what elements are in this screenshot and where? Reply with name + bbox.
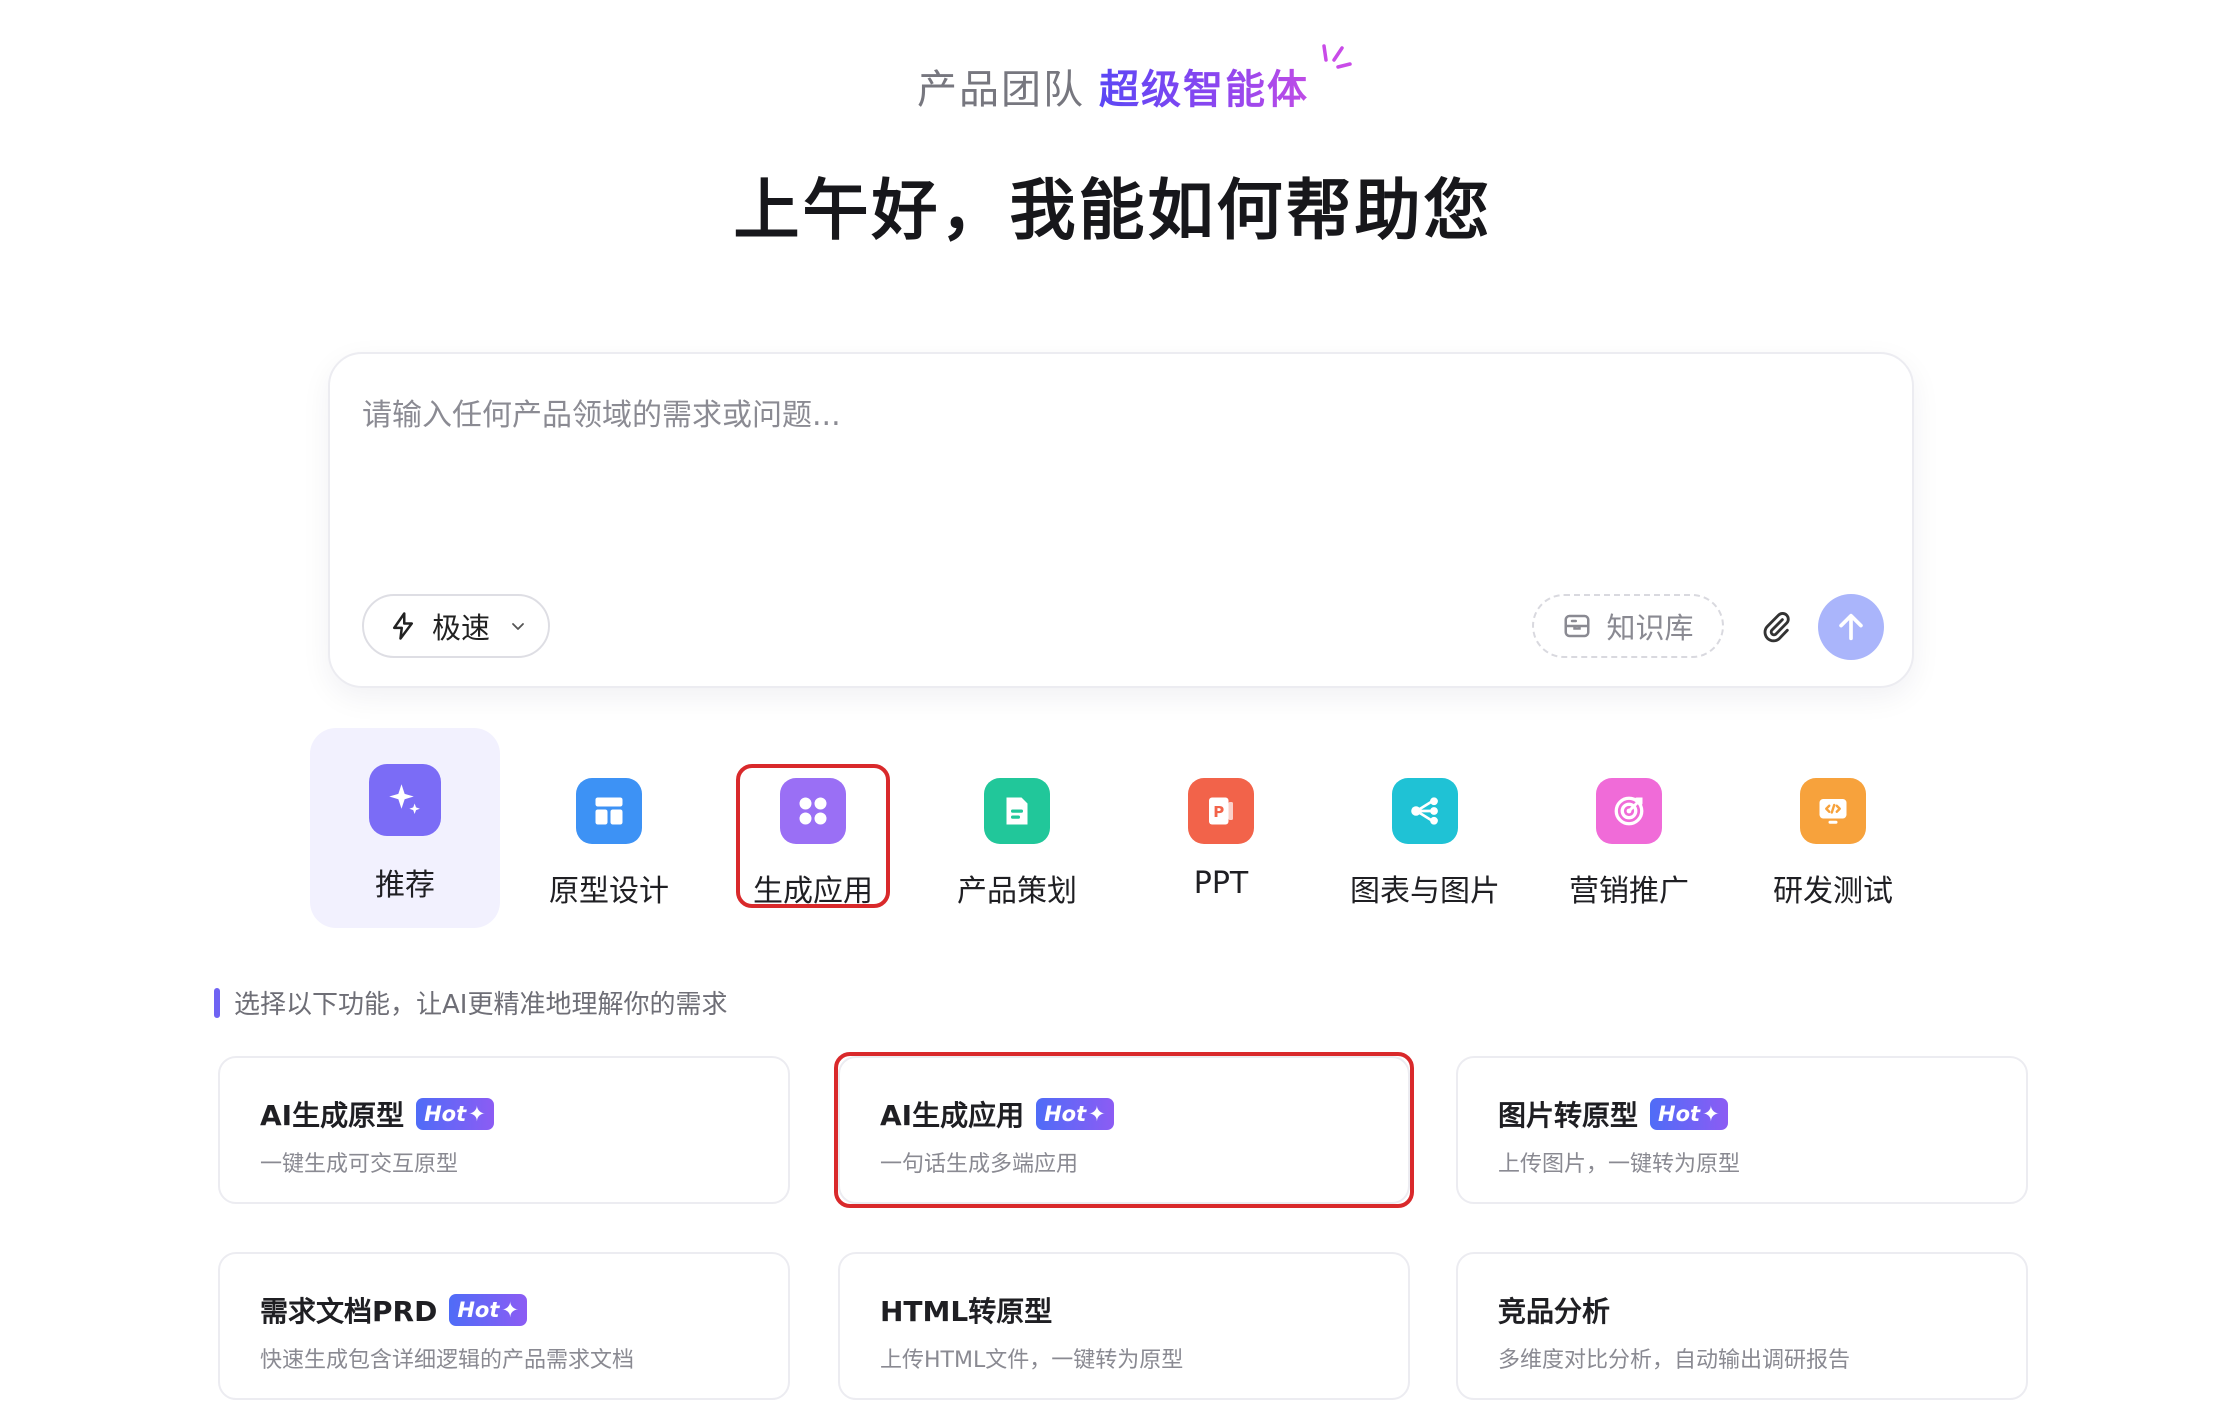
section-hint: 选择以下功能，让AI更精准地理解你的需求 (214, 984, 727, 1021)
brand-title: 产品团队 超级智能体 (0, 62, 2226, 118)
category-marketing[interactable]: 营销推广 (1534, 728, 1724, 928)
lightning-icon (393, 612, 413, 640)
code-monitor-icon (1819, 799, 1847, 824)
knowledge-base-label: 知识库 (1606, 611, 1694, 645)
category-icon-planning (984, 778, 1050, 844)
hot-badge: Hot ✦ (416, 1098, 494, 1130)
category-icon-charts (1392, 778, 1458, 844)
category-icon-ppt: P (1188, 778, 1254, 844)
feature-desc: 多维度对比分析，自动输出调研报告 (1498, 1348, 1851, 1373)
hot-badge: Hot ✦ (1650, 1098, 1728, 1130)
grid-dots-icon (799, 797, 827, 825)
category-ppt[interactable]: P PPT (1126, 728, 1316, 928)
feature-title: AI生成应用 (880, 1099, 1025, 1132)
category-icon-generate-app (780, 778, 846, 844)
category-label: 生成应用 (753, 874, 873, 909)
sparkle-badge-icon: ✦ (1088, 1102, 1106, 1126)
feature-desc: 快速生成包含详细逻辑的产品需求文档 (260, 1348, 635, 1373)
category-charts-images[interactable]: 图表与图片 (1330, 728, 1520, 928)
feature-title: 竞品分析 (1498, 1295, 1611, 1328)
feature-desc: 一键生成可交互原型 (260, 1152, 459, 1177)
category-label: 产品策划 (957, 874, 1077, 909)
brand-agent: 超级智能体 (1099, 67, 1309, 113)
category-icon-marketing (1596, 778, 1662, 844)
sparkle-badge-icon: ✦ (1702, 1102, 1720, 1126)
page: 产品团队超级智能体 上午好，我能如何帮助您 极速 知识库 (0, 0, 2226, 1428)
send-button[interactable] (1818, 594, 1884, 660)
feature-card-ai-prototype[interactable]: AI生成原型 Hot ✦ 一键生成可交互原型 (218, 1056, 790, 1204)
greeting-heading: 上午好，我能如何帮助您 (733, 172, 1493, 249)
category-label: 营销推广 (1569, 874, 1689, 909)
category-generate-app[interactable]: 生成应用 (718, 728, 908, 928)
layout-icon (595, 797, 623, 825)
hot-badge-label: Hot (457, 1298, 500, 1322)
feature-desc: 一句话生成多端应用 (880, 1152, 1079, 1177)
feature-title: AI生成原型 (260, 1099, 405, 1132)
feature-title-row: 竞品分析 (1498, 1290, 1610, 1330)
svg-text:P: P (1213, 803, 1224, 821)
knowledge-base-button[interactable]: 知识库 (1532, 594, 1724, 658)
hot-badge-label: Hot (1044, 1102, 1087, 1126)
target-icon (1614, 796, 1644, 826)
sparkle-star-icon (389, 784, 420, 814)
prompt-input[interactable] (362, 390, 1762, 530)
category-icon-recommend (369, 764, 441, 836)
category-product-planning[interactable]: 产品策划 (922, 728, 1112, 928)
feature-title-row: AI生成应用 Hot ✦ (880, 1094, 1114, 1134)
feature-card-image-to-prototype[interactable]: 图片转原型 Hot ✦ 上传图片，一键转为原型 (1456, 1056, 2028, 1204)
document-icon (1006, 797, 1028, 825)
category-recommend[interactable]: 推荐 (310, 728, 500, 928)
feature-card-html-to-prototype[interactable]: HTML转原型 上传HTML文件，一键转为原型 (838, 1252, 1410, 1400)
hot-badge: Hot ✦ (1036, 1098, 1114, 1130)
feature-desc: 上传HTML文件，一键转为原型 (880, 1348, 1184, 1373)
category-label: 研发测试 (1773, 874, 1893, 909)
hot-badge-label: Hot (424, 1102, 467, 1126)
category-icon-dev (1800, 778, 1866, 844)
category-label: PPT (1193, 866, 1249, 901)
feature-title-row: 需求文档PRD Hot ✦ (260, 1290, 527, 1330)
hot-badge: Hot ✦ (449, 1294, 527, 1326)
category-icon-prototype (576, 778, 642, 844)
feature-title: 图片转原型 (1498, 1099, 1639, 1132)
knowledge-box-icon (1564, 614, 1590, 638)
sparkle-badge-icon: ✦ (501, 1298, 519, 1322)
feature-desc: 上传图片，一键转为原型 (1498, 1152, 1741, 1177)
hint-text: 选择以下功能，让AI更精准地理解你的需求 (234, 990, 728, 1020)
category-label: 原型设计 (549, 874, 669, 909)
speed-mode-dropdown[interactable]: 极速 (362, 594, 550, 658)
category-dev-test[interactable]: 研发测试 (1738, 728, 1928, 928)
attach-button[interactable] (1752, 602, 1800, 650)
feature-title: HTML转原型 (880, 1295, 1053, 1328)
category-prototype-design[interactable]: 原型设计 (514, 728, 704, 928)
ppt-file-icon: P (1209, 797, 1233, 825)
brand-team: 产品团队 (917, 67, 1085, 113)
feature-card-ai-app[interactable]: AI生成应用 Hot ✦ 一句话生成多端应用 (838, 1056, 1410, 1204)
category-label: 推荐 (375, 868, 435, 903)
sparkle-icon (1322, 44, 1352, 69)
mindmap-icon (1411, 797, 1438, 825)
sparkle-badge-icon: ✦ (468, 1102, 486, 1126)
feature-card-competitive-analysis[interactable]: 竞品分析 多维度对比分析，自动输出调研报告 (1456, 1252, 2028, 1400)
chevron-down-icon (512, 623, 524, 630)
paperclip-icon (1763, 612, 1790, 643)
feature-title-row: 图片转原型 Hot ✦ (1498, 1094, 1728, 1134)
hint-accent-bar (214, 987, 220, 1018)
hot-badge-label: Hot (1658, 1102, 1701, 1126)
category-label: 图表与图片 (1350, 874, 1500, 909)
feature-title: 需求文档PRD (260, 1295, 438, 1328)
feature-title-row: AI生成原型 Hot ✦ (260, 1094, 494, 1134)
feature-title-row: HTML转原型 (880, 1290, 1052, 1330)
speed-mode-label: 极速 (432, 611, 491, 645)
arrow-up-icon (1839, 613, 1863, 641)
feature-card-prd[interactable]: 需求文档PRD Hot ✦ 快速生成包含详细逻辑的产品需求文档 (218, 1252, 790, 1400)
composer-card: 极速 知识库 (328, 352, 1914, 688)
